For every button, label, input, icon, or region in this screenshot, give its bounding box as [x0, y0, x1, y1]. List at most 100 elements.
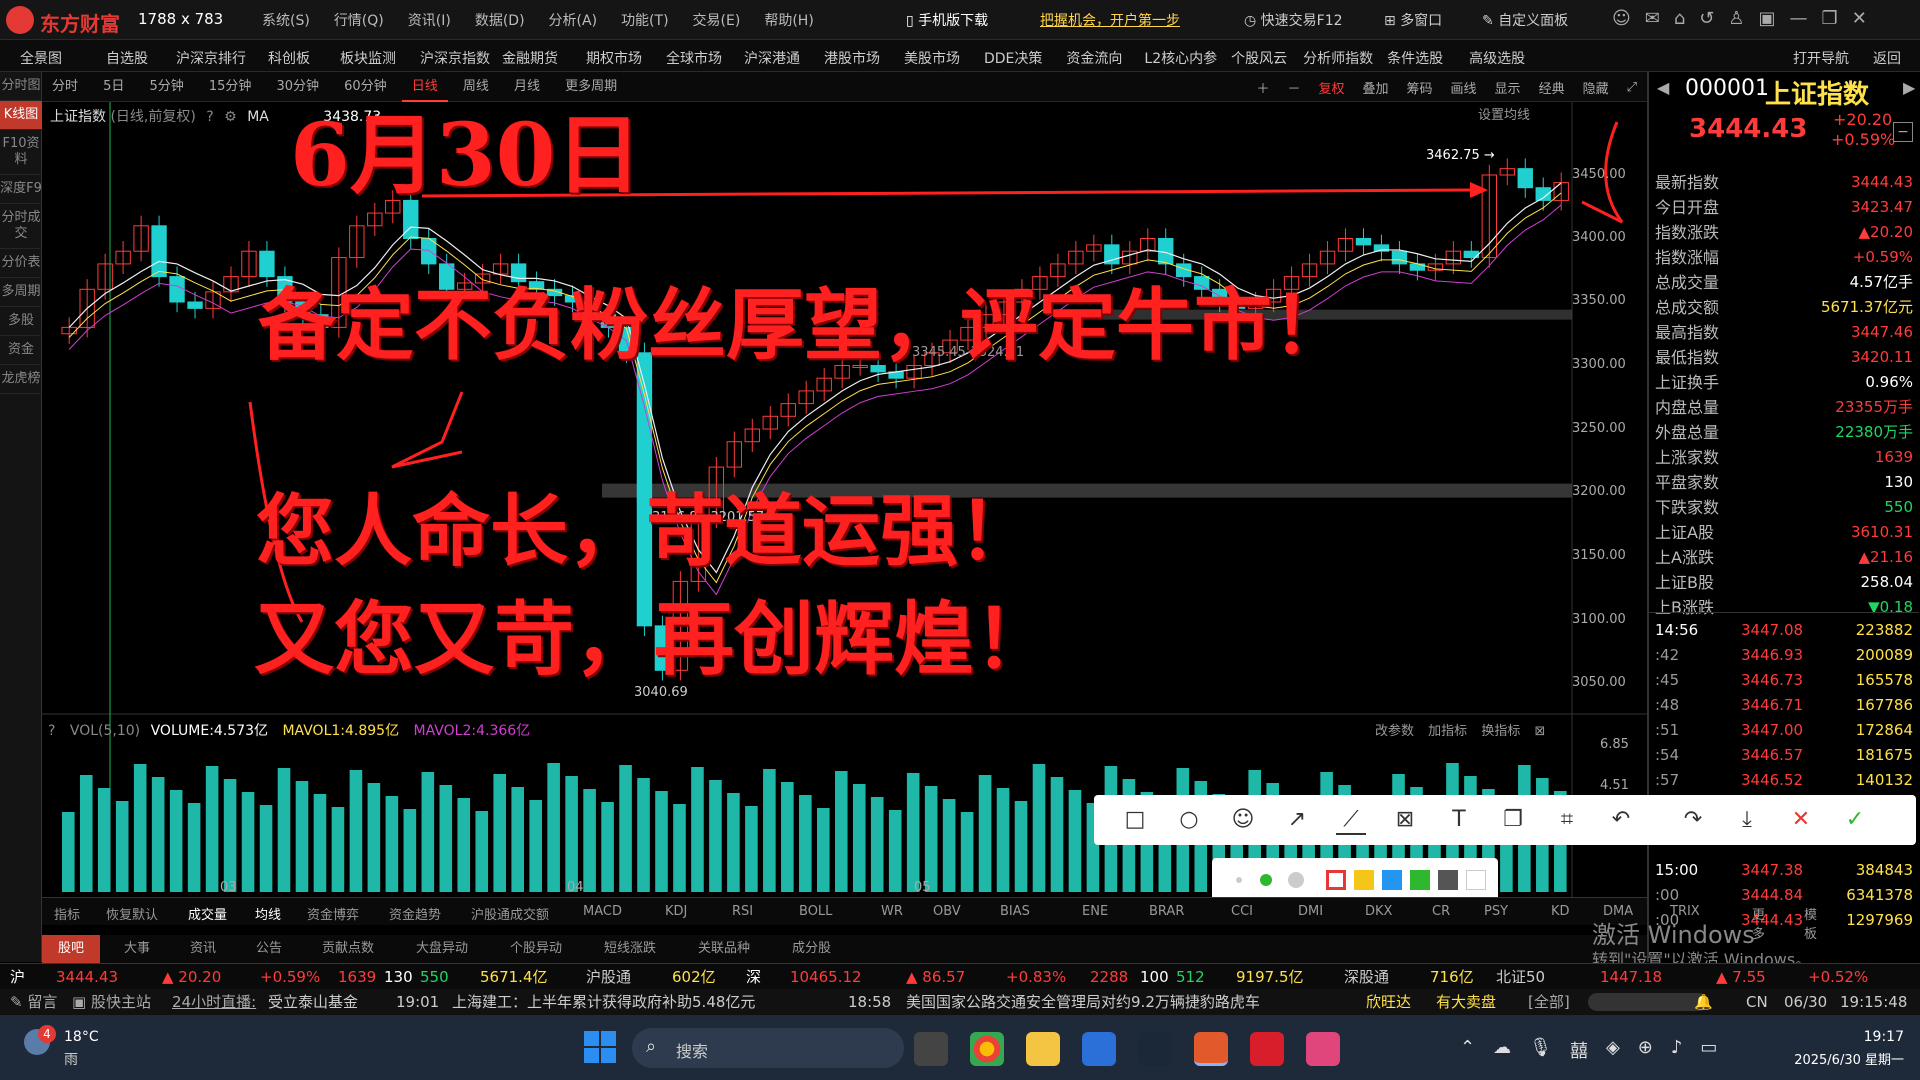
period-weekly[interactable]: 周线 — [453, 72, 499, 102]
start-icon[interactable] — [584, 1031, 616, 1063]
bottom-tab[interactable]: 大事 — [108, 935, 166, 963]
minimize-icon[interactable]: — — [1790, 8, 1808, 29]
news-stock[interactable]: 欣旺达 — [1366, 989, 1411, 1015]
bell-icon[interactable]: 🔔 — [1694, 989, 1713, 1015]
media-app-icon[interactable] — [1306, 1032, 1340, 1066]
download-icon[interactable]: ⤓ — [1732, 805, 1762, 835]
nav-l2[interactable]: L2核心内参 — [1144, 48, 1217, 68]
tool-display[interactable]: 显示 — [1495, 78, 1521, 97]
indicator-tab[interactable]: ENE — [1082, 904, 1108, 919]
period-timeshare[interactable]: 分时 — [42, 72, 88, 102]
nav-screener[interactable]: 条件选股 — [1387, 48, 1443, 68]
view-timeshare[interactable]: 分时图 — [0, 72, 42, 101]
network-icon[interactable]: ⊕ — [1638, 1037, 1653, 1063]
news-all-button[interactable]: [全部] — [1528, 989, 1570, 1015]
nav-stock-news[interactable]: 个股风云 — [1231, 48, 1287, 68]
nav-index[interactable]: 沪深京指数 — [420, 48, 490, 68]
refresh-icon[interactable]: ↺ — [1699, 8, 1714, 29]
period-30min[interactable]: 30分钟 — [267, 72, 330, 102]
volume-help-icon[interactable]: ? — [48, 723, 55, 739]
tool-classic[interactable]: 经典 — [1539, 78, 1565, 97]
promo-link[interactable]: 把握机会，开户第一步 — [1040, 10, 1180, 30]
menu-analysis[interactable]: 分析(A) — [549, 10, 598, 30]
size-medium-dot[interactable] — [1260, 874, 1272, 886]
color-yellow-swatch[interactable] — [1354, 870, 1374, 890]
indicator-tab[interactable]: 沪股通成交额 — [471, 904, 549, 923]
layout-icon[interactable]: ▣ — [1759, 8, 1776, 29]
indicator-tab[interactable]: 资金趋势 — [389, 904, 441, 923]
tool-draw[interactable]: 画线 — [1451, 78, 1477, 97]
indicator-tab[interactable]: 模板 — [1804, 904, 1817, 942]
indicator-tab[interactable]: PSY — [1484, 904, 1508, 919]
fullscreen-icon[interactable]: ⤢ — [1627, 80, 1637, 95]
eastmoney-icon[interactable] — [1194, 1032, 1228, 1066]
period-60min[interactable]: 60分钟 — [334, 72, 397, 102]
ocr-icon[interactable]: ⌗ — [1552, 805, 1582, 835]
rectangle-icon[interactable]: □ — [1120, 805, 1150, 835]
period-monthly[interactable]: 月线 — [504, 72, 550, 102]
nav-sector-monitor[interactable]: 板块监测 — [340, 48, 396, 68]
news-item-2[interactable]: 上海建工：上半年累计获得政府补助5.48亿元 — [452, 989, 755, 1015]
news-search-input[interactable] — [1588, 993, 1708, 1011]
user-icon[interactable]: ☺ — [1612, 8, 1631, 29]
color-white-swatch[interactable] — [1466, 870, 1486, 890]
indicator-tab[interactable]: 指标 — [54, 904, 80, 923]
app-tray-icon[interactable]: ◈ — [1606, 1037, 1620, 1063]
indicator-tab[interactable]: CCI — [1231, 904, 1253, 919]
view-price-table[interactable]: 分价表 — [0, 249, 42, 278]
view-trades[interactable]: 分时成交 — [0, 204, 42, 249]
add-indicator-button[interactable]: 加指标 — [1428, 724, 1467, 739]
home-icon[interactable]: ⌂ — [1674, 8, 1685, 29]
view-multi-stock[interactable]: 多股 — [0, 307, 42, 336]
size-small-dot[interactable] — [1236, 877, 1242, 883]
color-green-swatch[interactable] — [1410, 870, 1430, 890]
tray-expand-icon[interactable]: ⌃ — [1460, 1037, 1475, 1063]
ime-icon[interactable]: 囍 — [1570, 1037, 1588, 1063]
period-15min[interactable]: 15分钟 — [199, 72, 262, 102]
indicator-tab[interactable]: MACD — [583, 904, 622, 919]
back-button[interactable]: 返回 — [1873, 48, 1901, 68]
confirm-icon[interactable]: ✓ — [1840, 805, 1870, 835]
mic-icon[interactable]: 🎙 — [1529, 1037, 1552, 1063]
indicator-tab[interactable]: 均线 — [255, 904, 281, 923]
circle-icon[interactable]: ○ — [1174, 805, 1204, 835]
taskbar-search-box[interactable]: ⌕ 搜索 — [632, 1028, 904, 1068]
nav-advanced-screener[interactable]: 高级选股 — [1469, 48, 1525, 68]
period-daily[interactable]: 日线 — [401, 72, 448, 102]
chrome-icon[interactable] — [970, 1032, 1004, 1066]
size-large-dot[interactable] — [1288, 872, 1304, 888]
indicator-tab[interactable]: OBV — [933, 904, 961, 919]
nav-capital-flow[interactable]: 资金流向 — [1066, 48, 1122, 68]
menu-function[interactable]: 功能(T) — [621, 10, 668, 30]
tool-hide[interactable]: 隐藏 — [1583, 78, 1609, 97]
nav-futures[interactable]: 金融期货 — [502, 48, 558, 68]
nav-connect[interactable]: 沪深港通 — [744, 48, 800, 68]
bottom-tab[interactable]: 个股异动 — [494, 935, 578, 963]
battery-icon[interactable]: ▭ — [1700, 1037, 1717, 1063]
bottom-tab[interactable]: 关联品种 — [682, 935, 766, 963]
collapse-icon[interactable]: − — [1893, 122, 1913, 142]
color-red-swatch[interactable] — [1326, 870, 1346, 890]
tool-adjust[interactable]: 复权 — [1318, 78, 1344, 97]
next-stock-icon[interactable]: ▶ — [1903, 78, 1915, 97]
nav-star-market[interactable]: 科创板 — [268, 48, 310, 68]
menu-help[interactable]: 帮助(H) — [764, 10, 813, 30]
nav-us[interactable]: 美股市场 — [904, 48, 960, 68]
indicator-tab[interactable]: DKX — [1365, 904, 1392, 919]
maximize-icon[interactable]: ❐ — [1822, 8, 1838, 29]
view-kline[interactable]: K线图 — [0, 101, 42, 130]
feishu-icon[interactable] — [1082, 1032, 1116, 1066]
live-label[interactable]: 24小时直播: — [172, 989, 256, 1015]
indicator-tab[interactable]: KD — [1551, 904, 1570, 919]
color-gray-swatch[interactable] — [1438, 870, 1458, 890]
steam-icon[interactable] — [1138, 1032, 1172, 1066]
view-f10[interactable]: F10资料 — [0, 130, 42, 175]
edit-params-button[interactable]: 改参数 — [1375, 724, 1414, 739]
message-button[interactable]: ✎ 留言 — [10, 989, 57, 1015]
indicator-tab[interactable]: BRAR — [1149, 904, 1184, 919]
indicator-tab[interactable]: 恢复默认 — [106, 904, 158, 923]
nav-hk[interactable]: 港股市场 — [824, 48, 880, 68]
bottom-tab[interactable]: 资讯 — [174, 935, 232, 963]
swap-indicator-button[interactable]: 换指标 — [1481, 724, 1520, 739]
cancel-icon[interactable]: ✕ — [1786, 805, 1816, 835]
